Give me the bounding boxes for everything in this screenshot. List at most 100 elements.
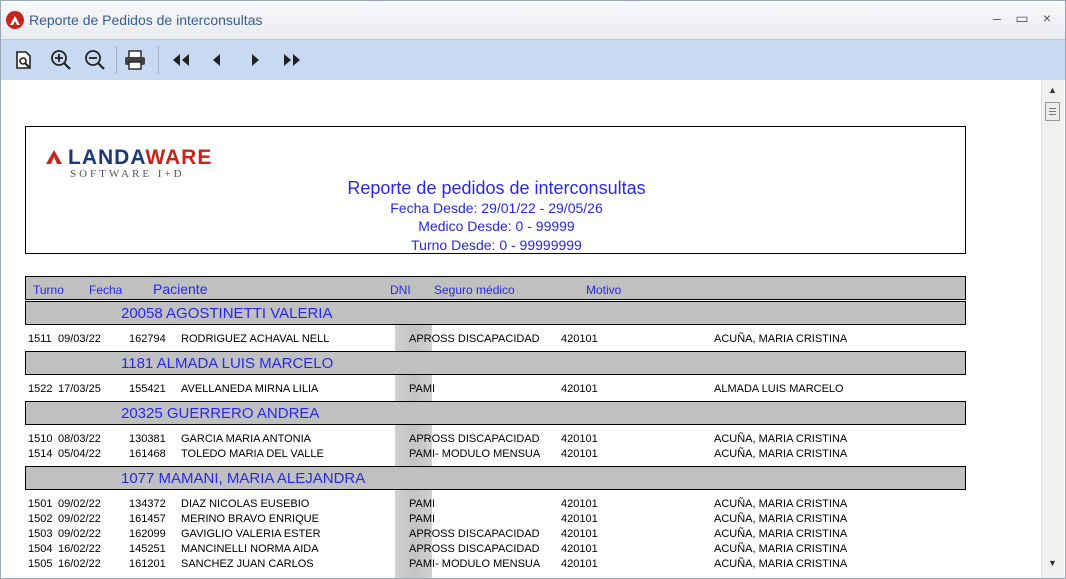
cell-turno: 1504 (28, 543, 53, 555)
column-seguro: Seguro médico (434, 283, 515, 297)
table-row: 1502 09/02/22 161457 MERINO BRAVO ENRIQUE PA… (1, 513, 1001, 527)
app-logo-icon (6, 11, 24, 29)
table-row: 1522 17/03/25 155421 AVELLANEDA MIRNA LILIA… (1, 383, 1001, 397)
date-range: Fecha Desde: 29/01/22 - 29/05/26 (390, 200, 603, 216)
cell-motivo: 420101 (561, 528, 598, 540)
cell-seguro: PAMI (409, 498, 436, 510)
maximize-button[interactable]: ▭ (1011, 8, 1033, 28)
cell-turno: 1503 (28, 528, 53, 540)
report-viewer[interactable]: LANDAWARE SOFTWARE I+D Reporte de pedido… (1, 80, 1041, 578)
title-bar[interactable]: Reporte de Pedidos de interconsultas – ▭… (1, 1, 1065, 39)
cell-hc: 162794 (129, 333, 166, 345)
cell-turno: 1505 (28, 558, 53, 570)
toolbar (1, 39, 1065, 80)
previous-page-icon[interactable] (205, 48, 229, 72)
cell-medico: ACUÑA, MARIA CRISTINA (714, 333, 848, 345)
column-turno: Turno (33, 283, 64, 297)
cell-motivo: 420101 (561, 383, 598, 395)
doctor-range: Medico Desde: 0 - 99999 (418, 218, 575, 234)
cell-paciente: DIAZ NICOLAS EUSEBIO (181, 498, 310, 510)
logo-name-part-2: WARE (145, 146, 213, 169)
cell-seguro: APROSS DISCAPACIDAD (409, 433, 540, 445)
report-window: Reporte de Pedidos de interconsultas – ▭… (0, 0, 1066, 579)
group-header: 20325 GUERRERO ANDREA (25, 401, 966, 425)
cell-fecha: 17/03/25 (58, 383, 101, 395)
toolbar-separator (158, 46, 159, 74)
cell-hc: 161201 (129, 558, 166, 570)
cell-seguro: PAMI- MODULO MENSUA (409, 448, 541, 460)
scroll-down-icon[interactable]: ▼ (1048, 558, 1057, 568)
column-motivo: Motivo (586, 283, 622, 297)
close-button[interactable]: × (1036, 8, 1058, 28)
company-logo: LANDAWARE (44, 146, 212, 170)
minimize-button[interactable]: – (986, 8, 1008, 28)
cell-motivo: 420101 (561, 513, 598, 525)
group-label: 1077 MAMANI, MARIA ALEJANDRA (121, 470, 366, 487)
cell-hc: 162099 (129, 528, 166, 540)
cell-medico: ACUÑA, MARIA CRISTINA (714, 543, 848, 555)
column-header-bar: Turno Fecha Paciente DNI Seguro médico M… (25, 276, 966, 300)
cell-medico: ACUÑA, MARIA CRISTINA (714, 433, 848, 445)
table-row: 1510 08/03/22 130381 GARCIA MARIA ANTONIA AP… (1, 433, 1001, 447)
cell-paciente: MANCINELLI NORMA AIDA (181, 543, 319, 555)
cell-paciente: SANCHEZ JUAN CARLOS (181, 558, 314, 570)
shift-range: Turno Desde: 0 - 99999999 (411, 237, 582, 253)
first-page-icon[interactable] (169, 48, 193, 72)
cell-motivo: 420101 (561, 543, 598, 555)
column-dni: DNI (390, 283, 411, 297)
cell-motivo: 420101 (561, 498, 598, 510)
zoom-in-icon[interactable] (49, 48, 73, 72)
cell-paciente: RODRIGUEZ ACHAVAL NELL (181, 333, 330, 345)
column-paciente: Paciente (153, 281, 208, 297)
cell-hc: 130381 (129, 433, 166, 445)
page-preview-icon[interactable] (12, 48, 36, 72)
cell-medico: ALMADA LUIS MARCELO (714, 383, 844, 395)
cell-fecha: 16/02/22 (58, 558, 101, 570)
cell-paciente: AVELLANEDA MIRNA LILIA (181, 383, 319, 395)
table-row: 1503 09/02/22 162099 GAVIGLIO VALERIA ESTER… (1, 528, 1001, 542)
cell-paciente: TOLEDO MARIA DEL VALLE (181, 448, 324, 460)
cell-fecha: 09/02/22 (58, 498, 101, 510)
cell-seguro: APROSS DISCAPACIDAD (409, 543, 540, 555)
cell-motivo: 420101 (561, 558, 598, 570)
cell-seguro: PAMI (409, 383, 436, 395)
cell-motivo: 420101 (561, 333, 598, 345)
cell-fecha: 09/02/22 (58, 528, 101, 540)
scroll-thumb[interactable] (1045, 102, 1060, 121)
group-header: 1181 ALMADA LUIS MARCELO (25, 351, 966, 375)
cell-hc: 145251 (129, 543, 166, 555)
cell-turno: 1514 (28, 448, 53, 460)
cell-turno: 1522 (28, 383, 53, 395)
group-label: 1181 ALMADA LUIS MARCELO (121, 355, 334, 372)
cell-fecha: 09/03/22 (58, 333, 101, 345)
cell-hc: 161457 (129, 513, 166, 525)
cell-fecha: 09/02/22 (58, 513, 101, 525)
cell-medico: ACUÑA, MARIA CRISTINA (714, 528, 848, 540)
cell-motivo: 420101 (561, 433, 598, 445)
cell-hc: 134372 (129, 498, 166, 510)
zoom-out-icon[interactable] (83, 48, 107, 72)
vertical-scrollbar[interactable]: ▲ ▼ (1041, 80, 1064, 578)
cell-fecha: 05/04/22 (58, 448, 101, 460)
table-row: 1514 05/04/22 161468 TOLEDO MARIA DEL VALLE… (1, 448, 1001, 462)
cell-medico: ACUÑA, MARIA CRISTINA (714, 513, 848, 525)
table-row: 1504 16/02/22 145251 MANCINELLI NORMA AIDA A… (1, 543, 1001, 557)
report-title: Reporte de pedidos de interconsultas (347, 178, 646, 198)
group-label: 20058 AGOSTINETTI VALERIA (121, 305, 333, 322)
group-header: 20058 AGOSTINETTI VALERIA (25, 301, 966, 325)
cell-fecha: 16/02/22 (58, 543, 101, 555)
table-row: 1511 09/03/22 162794 RODRIGUEZ ACHAVAL NELL… (1, 333, 1001, 347)
table-row: 1501 09/02/22 134372 DIAZ NICOLAS EUSEBIO PA… (1, 498, 1001, 512)
printer-icon[interactable] (123, 48, 147, 72)
table-row: 1505 16/02/22 161201 SANCHEZ JUAN CARLOS PAM… (1, 558, 1001, 572)
cell-fecha: 08/03/22 (58, 433, 101, 445)
next-page-icon[interactable] (243, 48, 267, 72)
cell-turno: 1511 (28, 333, 52, 345)
cell-turno: 1501 (28, 498, 53, 510)
scroll-up-icon[interactable]: ▲ (1048, 85, 1057, 95)
cell-seguro: PAMI (409, 513, 436, 525)
cell-medico: ACUÑA, MARIA CRISTINA (714, 448, 848, 460)
cell-seguro: PAMI- MODULO MENSUA (409, 558, 541, 570)
cell-medico: ACUÑA, MARIA CRISTINA (714, 558, 848, 570)
last-page-icon[interactable] (280, 48, 304, 72)
